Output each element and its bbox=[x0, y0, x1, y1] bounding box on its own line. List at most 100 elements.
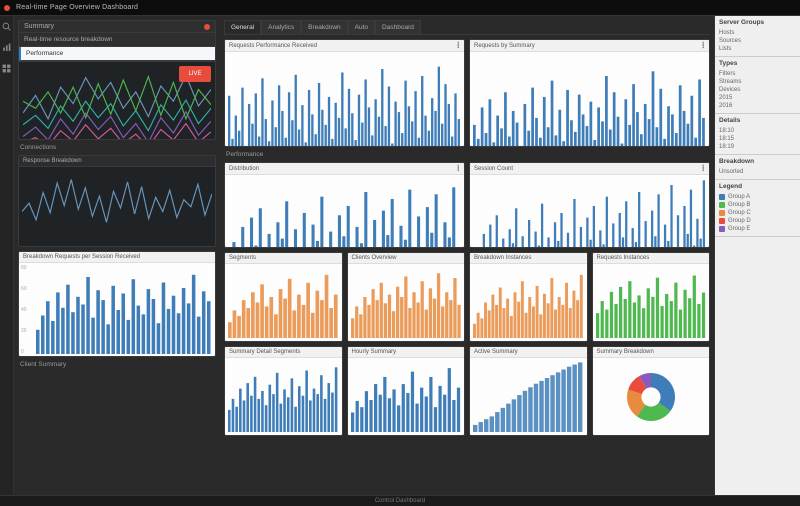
footer-bar: Control Dashboard bbox=[0, 495, 800, 506]
legend-swatch-icon bbox=[719, 202, 725, 208]
legend-swatch-icon bbox=[719, 210, 725, 216]
sidebar-multi-line-chart[interactable]: LIVE 08:0009:2810:4812:0813:2814:4816:08… bbox=[19, 61, 215, 139]
content-area: General Analytics Breakdown Auto Dashboa… bbox=[220, 16, 714, 495]
kebab-icon[interactable]: ┇ bbox=[701, 42, 705, 49]
chart-active-summary[interactable]: Active Summary bbox=[469, 346, 588, 436]
right-item[interactable]: Group A bbox=[719, 193, 796, 201]
tab-dashboard[interactable]: Dashboard bbox=[375, 20, 421, 34]
bar-svg bbox=[596, 267, 707, 338]
chart-summary-detail[interactable]: Summary Detail Segments bbox=[224, 346, 343, 436]
page-title: Real-time Page Overview Dashboard bbox=[16, 4, 138, 11]
right-section-title: Legend bbox=[719, 183, 796, 190]
chart-title: Active Summary bbox=[474, 349, 518, 355]
chart-requests-summary[interactable]: Requests by Summary┇ Segments bbox=[469, 39, 710, 147]
kebab-icon[interactable]: ┇ bbox=[456, 42, 460, 49]
top-bar: Real-time Page Overview Dashboard bbox=[0, 0, 800, 16]
sidebar-single-chart[interactable]: Response Breakdown 00:0008:0016:0023:59 bbox=[18, 155, 216, 247]
right-section: BreakdownUnsorted bbox=[715, 155, 800, 180]
sidebar-selector-item[interactable]: Real-time resource breakdown bbox=[19, 33, 215, 47]
area-svg bbox=[473, 267, 584, 338]
chart-title: Response Breakdown bbox=[23, 158, 82, 164]
kebab-icon[interactable]: ┇ bbox=[456, 165, 460, 172]
tab-auto[interactable]: Auto bbox=[348, 20, 375, 34]
right-item[interactable]: Unsorted bbox=[719, 168, 796, 176]
panel-title: Summary bbox=[24, 23, 54, 30]
bar-svg bbox=[473, 55, 706, 147]
right-section-title: Types bbox=[719, 60, 796, 67]
area-svg bbox=[473, 361, 584, 432]
chart-breakdown-instances[interactable]: Breakdown Instances bbox=[469, 252, 588, 342]
bar-svg bbox=[228, 55, 461, 147]
bar-svg bbox=[36, 266, 212, 354]
right-item[interactable]: Group B bbox=[719, 201, 796, 209]
right-section: Legend Group AGroup BGroup CGroup DGroup … bbox=[715, 180, 800, 237]
action-button[interactable]: LIVE bbox=[179, 66, 211, 82]
sidebar: Summary Real-time resource breakdown Per… bbox=[14, 16, 220, 495]
right-item[interactable]: Devices bbox=[719, 86, 796, 94]
chart-clients-overview[interactable]: Clients Overview bbox=[347, 252, 466, 342]
right-item[interactable]: 18:19 bbox=[719, 143, 796, 151]
right-section-title: Details bbox=[719, 117, 796, 124]
left-rail bbox=[0, 16, 14, 495]
chart-requests-instances[interactable]: Requests Instances bbox=[592, 252, 711, 342]
footer-text: Control Dashboard bbox=[375, 498, 425, 504]
chart-title: Requests Instances bbox=[597, 255, 650, 261]
chart-icon[interactable] bbox=[2, 43, 11, 54]
line-svg bbox=[22, 170, 212, 247]
sidebar-selector-item-active[interactable]: Performance bbox=[19, 47, 215, 61]
right-item[interactable]: 18:15 bbox=[719, 135, 796, 143]
y-labels: 806040200 bbox=[21, 265, 27, 355]
right-item[interactable]: 2015 bbox=[719, 94, 796, 102]
right-rail: Server Groups HostsSourcesLists Types Filte… bbox=[714, 16, 800, 495]
sidebar-panel-header: Summary bbox=[19, 21, 215, 33]
bar-svg bbox=[351, 361, 462, 432]
legend-swatch-icon bbox=[719, 194, 725, 200]
right-item[interactable]: Group D bbox=[719, 217, 796, 225]
chart-title: Breakdown Instances bbox=[474, 255, 531, 261]
right-item[interactable]: Sources bbox=[719, 37, 796, 45]
right-section-title: Server Groups bbox=[719, 19, 796, 26]
chart-title: Hourly Summary bbox=[352, 349, 397, 355]
chart-session-count[interactable]: Session Count┇ Session Graph bbox=[469, 162, 710, 248]
right-item[interactable]: Group C bbox=[719, 209, 796, 217]
kebab-icon[interactable]: ┇ bbox=[701, 165, 705, 172]
chart-title: Summary Breakdown bbox=[597, 349, 654, 355]
chart-distribution[interactable]: Distribution ┇ bbox=[224, 162, 465, 248]
chart-summary-breakdown-pie[interactable]: Summary Breakdown bbox=[592, 346, 711, 436]
grid-icon[interactable] bbox=[2, 64, 11, 75]
right-item[interactable]: Lists bbox=[719, 45, 796, 53]
tab-bar: General Analytics Breakdown Auto Dashboa… bbox=[224, 20, 710, 35]
pie-svg bbox=[621, 367, 681, 427]
right-item[interactable]: Group E bbox=[719, 225, 796, 233]
right-item[interactable]: 18:10 bbox=[719, 127, 796, 135]
chart-requests-performance[interactable]: Requests Performance Received┇ Segments bbox=[224, 39, 465, 147]
right-section: Details 18:1018:1518:19 bbox=[715, 114, 800, 155]
right-item[interactable]: Filters bbox=[719, 70, 796, 78]
tab-breakdown[interactable]: Breakdown bbox=[301, 20, 348, 34]
bar-svg bbox=[228, 178, 461, 248]
record-indicator-icon bbox=[4, 5, 10, 11]
search-icon[interactable] bbox=[2, 22, 11, 33]
area-svg bbox=[351, 267, 462, 338]
sidebar-footer-stat: Client Summary bbox=[18, 361, 216, 368]
chart-title: Session Count bbox=[474, 166, 513, 172]
right-section: Server Groups HostsSourcesLists bbox=[715, 16, 800, 57]
tab-analytics[interactable]: Analytics bbox=[261, 20, 301, 34]
chart-title: Segments bbox=[229, 255, 256, 261]
chart-hourly-summary[interactable]: Hourly Summary bbox=[347, 346, 466, 436]
sidebar-bar-chart[interactable]: Breakdown Requests per Session Received … bbox=[18, 251, 216, 357]
chart-title: Distribution bbox=[229, 166, 259, 172]
right-item[interactable]: Hosts bbox=[719, 29, 796, 37]
main-layout: Summary Real-time resource breakdown Per… bbox=[0, 16, 800, 495]
alert-icon[interactable] bbox=[204, 24, 210, 30]
sidebar-summary-panel: Summary Real-time resource breakdown Per… bbox=[18, 20, 216, 140]
chart-title: Breakdown Requests per Session Received bbox=[23, 254, 140, 260]
area-svg bbox=[228, 267, 339, 338]
chart-segments[interactable]: Segments bbox=[224, 252, 343, 342]
chart-title: Requests by Summary bbox=[474, 43, 535, 49]
tab-general[interactable]: General bbox=[224, 20, 261, 34]
right-item[interactable]: 2016 bbox=[719, 102, 796, 110]
section-label: Connections bbox=[18, 144, 216, 151]
right-item[interactable]: Streams bbox=[719, 78, 796, 86]
chart-title: Requests Performance Received bbox=[229, 43, 317, 49]
